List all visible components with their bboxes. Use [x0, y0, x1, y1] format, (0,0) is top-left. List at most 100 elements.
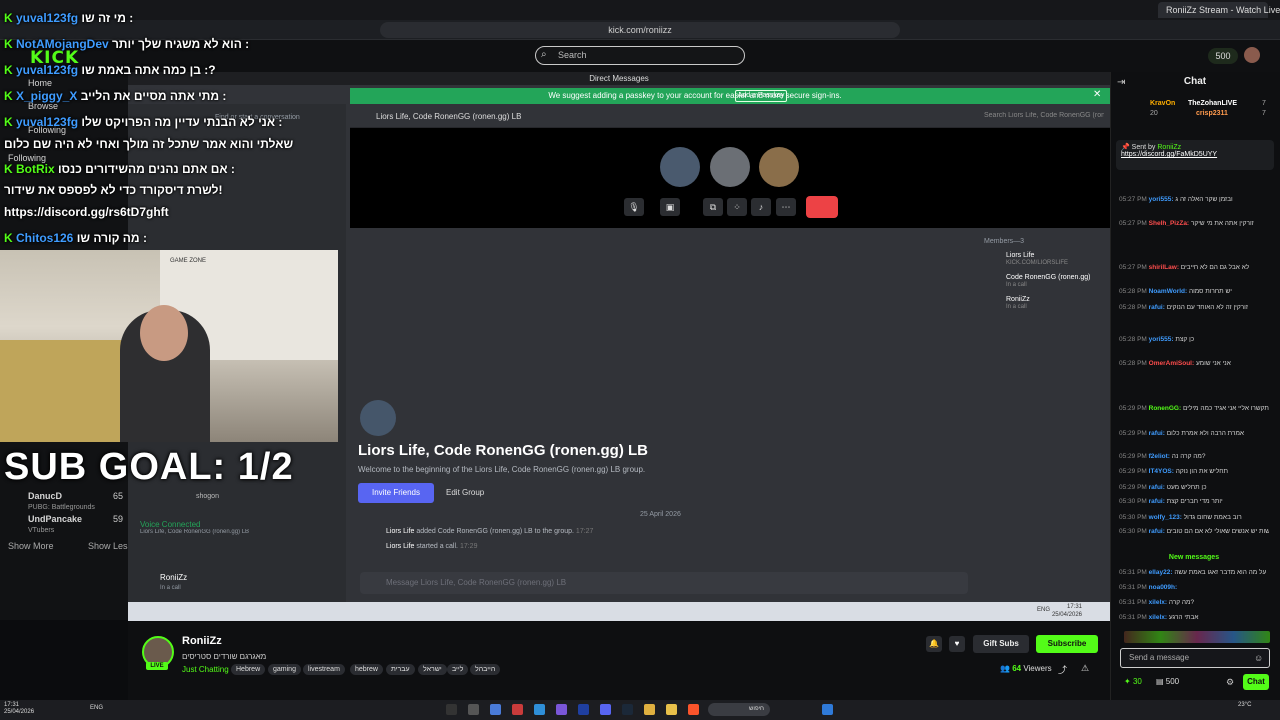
discord-user-panel[interactable]: RoniiZz In a call	[160, 573, 187, 591]
streamer-name[interactable]: RoniiZz	[182, 635, 222, 647]
add-passkey-button[interactable]: Add a Passkey	[735, 90, 787, 102]
chat-username[interactable]: RonenGG:	[1149, 405, 1183, 412]
gift-subs-button[interactable]: Gift Subs	[973, 635, 1029, 653]
member-item[interactable]: Liors Life KICK.COM/LIORSLIFE	[1006, 252, 1068, 266]
notification-bell-icon[interactable]: 🔔	[926, 636, 942, 652]
tag[interactable]: hebrew	[350, 664, 383, 675]
discord-user-status: In a call	[160, 585, 181, 591]
live-badge: LIVE	[146, 662, 168, 670]
chat-message: 05:31 PM xilelx: מה קרה?	[1119, 599, 1269, 607]
collapse-chat-icon[interactable]: ⇥	[1117, 77, 1125, 88]
user-avatar[interactable]	[1244, 47, 1260, 63]
share-icon[interactable]: ⤴	[1058, 663, 1067, 676]
chat-message: 05:28 PM yori555: כן קצת	[1119, 336, 1269, 344]
chat-username[interactable]: xilelx:	[1149, 614, 1169, 621]
sidebar-channel-danucd[interactable]: DanucD 65 PUBG: Battlegrounds	[28, 491, 123, 511]
chat-username[interactable]: yori555:	[1149, 196, 1176, 203]
more-icon[interactable]: ⋯	[776, 198, 796, 216]
points-display[interactable]: ✦ 30	[1124, 677, 1142, 686]
chat-time: 05:27 PM	[1119, 220, 1149, 227]
taskbar-search[interactable]: חיפוש	[708, 703, 770, 716]
sidebar-item-home[interactable]: Home	[28, 78, 52, 88]
taskbar-app-icon[interactable]	[534, 704, 545, 715]
chat-username[interactable]: xilelx:	[1149, 599, 1169, 606]
discord-message-input[interactable]: Message Liors Life, Code RonenGG (ronen.…	[360, 572, 968, 594]
chat-text: תחליש את הון נוקה	[1175, 468, 1229, 475]
chat-text: תתקשרו אליי אני אגיד כמה מילים	[1182, 405, 1269, 412]
chat-username[interactable]: rafui:	[1149, 304, 1167, 311]
tag[interactable]: לייב	[447, 664, 469, 675]
search-input[interactable]: Search	[535, 46, 745, 65]
taskbar-app-icon[interactable]	[644, 704, 655, 715]
edit-group-button[interactable]: Edit Group	[446, 483, 506, 503]
windows-start-icon[interactable]	[822, 704, 833, 715]
show-less-button[interactable]: Show Less	[88, 541, 132, 551]
camera-icon[interactable]: ▣	[660, 198, 680, 216]
brave-taskbar-icon[interactable]	[688, 704, 699, 715]
discord-taskbar-icon[interactable]	[600, 704, 611, 715]
chat-username[interactable]: Shelh_PizZa:	[1149, 220, 1191, 227]
coins-badge[interactable]: 500	[1208, 48, 1238, 64]
chat-username[interactable]: NoamWorld:	[1149, 288, 1189, 295]
gifter-name[interactable]: crisp2311	[1196, 110, 1228, 117]
soundboard-icon[interactable]: ♪	[751, 198, 771, 216]
taskbar-app-icon[interactable]	[556, 704, 567, 715]
chat-username[interactable]: ellay22:	[1149, 569, 1175, 576]
show-more-button[interactable]: Show More	[8, 541, 54, 551]
subscribe-button[interactable]: Subscribe	[1036, 635, 1098, 653]
member-item[interactable]: Code RonenGG (ronen.gg) In a call	[1006, 274, 1090, 288]
overlay-chat-line: K BotRix אם אתם נהנים מהשידורים כנסו :	[4, 162, 235, 176]
close-icon[interactable]: ✕	[1093, 89, 1101, 100]
tag[interactable]: Hebrew	[231, 664, 266, 675]
address-bar[interactable]: kick.com/roniizz	[380, 22, 900, 38]
chat-username[interactable]: rafui:	[1149, 498, 1167, 505]
gifter-name[interactable]: TheZohanLIVE	[1188, 100, 1237, 107]
screen-share-icon[interactable]: ⧉	[703, 198, 723, 216]
mic-icon[interactable]: 🎙	[624, 198, 644, 216]
chat-username[interactable]: shirilLaw:	[1149, 264, 1181, 271]
chat-username[interactable]: rafui:	[1149, 484, 1167, 491]
chat-username[interactable]: rafui:	[1149, 528, 1167, 535]
tag[interactable]: עברית	[386, 664, 415, 675]
member-name: Code RonenGG (ronen.gg)	[1006, 274, 1091, 281]
emote-bar[interactable]	[1124, 631, 1270, 643]
overlay-chat-line: K NotAMojangDev הוא לא משגיח שלך יותר :	[4, 37, 249, 51]
discord-search-input[interactable]: Search Liors Life, Code RonenGG (ronen.g…	[984, 112, 1104, 119]
chat-username[interactable]: wolfy_123:	[1149, 514, 1184, 521]
chat-username[interactable]: OmerAmiSoul:	[1149, 360, 1196, 367]
taskbar-app-icon[interactable]	[512, 704, 523, 715]
chat-username[interactable]: rafui:	[1149, 430, 1167, 437]
settings-icon[interactable]: ⚙	[1226, 677, 1234, 688]
tag[interactable]: livestream	[303, 664, 345, 675]
chat-username[interactable]: noa009h:	[1149, 584, 1178, 591]
follow-heart-icon[interactable]: ♥	[949, 636, 965, 652]
pinned-message[interactable]: 📌 Sent by RoniiZz https://discord.gg/FaM…	[1116, 140, 1274, 170]
report-icon[interactable]: ⚠	[1081, 663, 1089, 674]
taskbar-app-icon[interactable]	[446, 704, 457, 715]
chat-coins[interactable]: ▤ 500	[1156, 677, 1179, 686]
sidebar-channel-undpancake[interactable]: UndPancake 59 VTubers	[28, 514, 123, 534]
steam-taskbar-icon[interactable]	[622, 704, 633, 715]
chat-send-button[interactable]: Chat	[1243, 674, 1269, 690]
taskbar-app-icon[interactable]	[578, 704, 589, 715]
activities-icon[interactable]: ⁘	[727, 198, 747, 216]
tag[interactable]: הייבהל	[470, 664, 501, 675]
emoji-icon[interactable]: ☺	[1254, 653, 1263, 663]
stream-category[interactable]: Just Chatting	[182, 665, 229, 674]
chat-username[interactable]: IT4YOS:	[1149, 468, 1176, 475]
taskbar-app-icon[interactable]	[490, 704, 501, 715]
pinned-link[interactable]: https://discord.gg/FaMkD5UYY	[1121, 151, 1217, 158]
hangup-button[interactable]	[806, 196, 838, 218]
member-item[interactable]: RoniiZz In a call	[1006, 296, 1030, 310]
gifter-name[interactable]: KravOn	[1150, 100, 1175, 107]
chat-username[interactable]: yori555:	[1149, 336, 1176, 343]
channel-viewers: 65	[112, 491, 123, 501]
taskbar-app-icon[interactable]	[468, 704, 479, 715]
chat-input[interactable]: Send a message	[1120, 648, 1270, 668]
browser-tab-active[interactable]: RoniiZz Stream - Watch Live	[1158, 2, 1280, 18]
tag[interactable]: ישראל	[418, 664, 447, 675]
invite-friends-button[interactable]: Invite Friends	[358, 483, 434, 503]
chat-username[interactable]: f2eliot:	[1149, 453, 1172, 460]
folder-taskbar-icon[interactable]	[666, 704, 677, 715]
tag[interactable]: gaming	[268, 664, 301, 675]
